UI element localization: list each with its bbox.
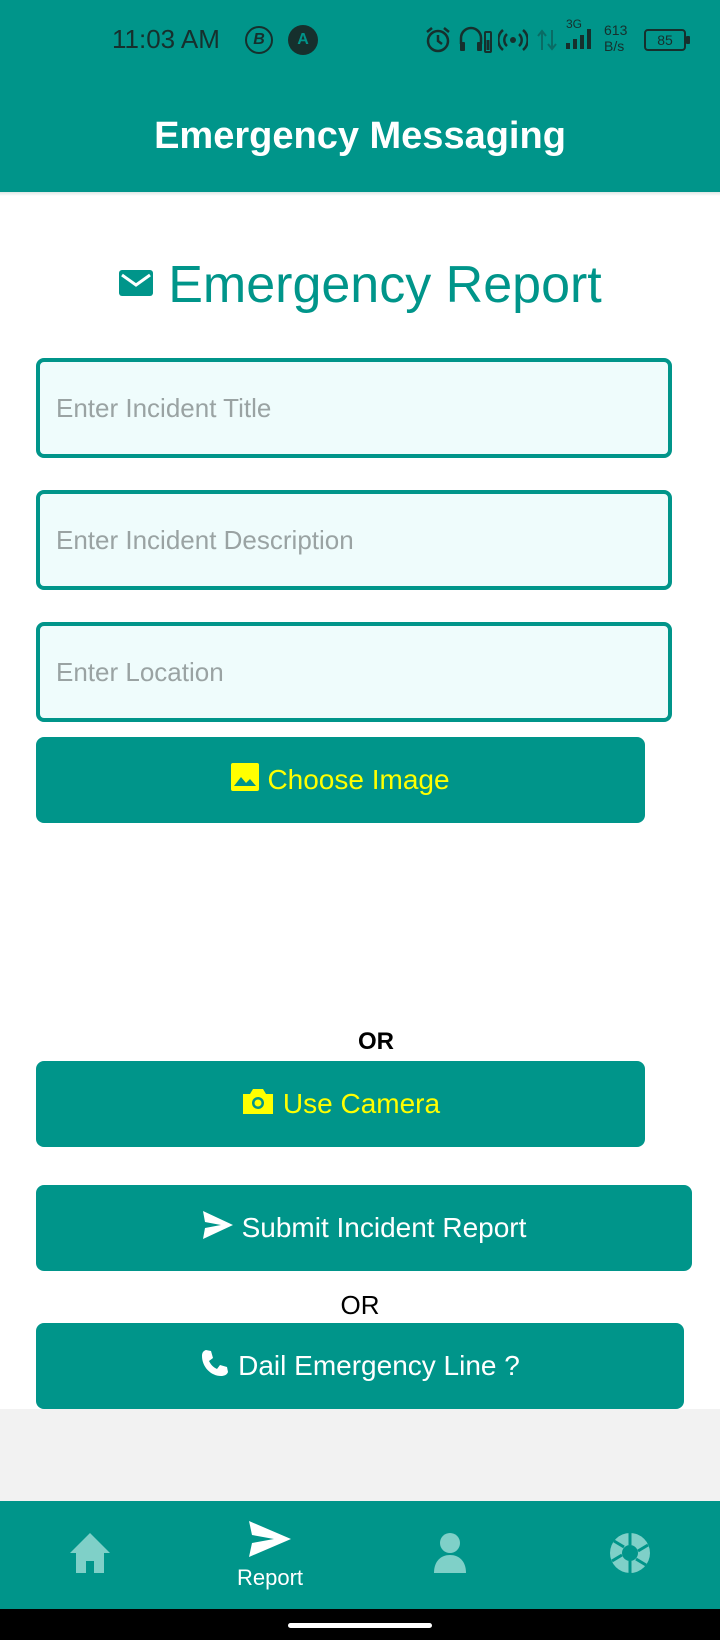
content-background	[0, 1409, 720, 1501]
nav-report-label: Report	[236, 1565, 304, 1590]
a-app-icon: A	[288, 25, 318, 55]
choose-image-label: Choose Image	[267, 764, 450, 795]
network-speed: 613 B/s	[604, 22, 628, 54]
location-field[interactable]	[36, 622, 672, 722]
app-bar-shadow	[0, 192, 720, 196]
person-icon	[430, 1531, 470, 1579]
system-nav-bar	[0, 1609, 720, 1640]
phone-icon	[200, 1348, 230, 1385]
incident-title-input[interactable]	[40, 362, 668, 454]
alarm-icon	[424, 26, 452, 54]
app-bar: Emergency Messaging	[0, 80, 720, 192]
dial-emergency-button[interactable]: Dail Emergency Line ?	[36, 1323, 684, 1409]
b-app-icon: B	[245, 26, 273, 54]
camera-shutter-icon	[608, 1531, 652, 1579]
mail-icon	[118, 268, 154, 302]
use-camera-label: Use Camera	[282, 1088, 441, 1119]
camera-icon	[241, 1086, 275, 1123]
nav-home[interactable]	[0, 1501, 180, 1609]
submit-report-label: Submit Incident Report	[241, 1212, 527, 1243]
submit-report-button[interactable]: Submit Incident Report	[36, 1185, 692, 1271]
incident-description-field[interactable]	[36, 490, 672, 590]
report-heading-text: Emergency Report	[168, 256, 602, 314]
status-time: 11:03 AM	[112, 24, 220, 54]
nav-profile[interactable]	[360, 1501, 540, 1609]
or-divider-bold: OR	[358, 1028, 394, 1055]
headset-battery-icon	[458, 26, 492, 54]
use-camera-button[interactable]: Use Camera	[36, 1061, 645, 1147]
incident-title-field[interactable]	[36, 358, 672, 458]
nav-report[interactable]: Report	[180, 1501, 360, 1609]
home-icon	[68, 1531, 112, 1579]
battery-icon: 85	[644, 29, 690, 51]
hotspot-icon	[498, 26, 528, 54]
app-title: Emergency Messaging	[154, 114, 566, 157]
nav-camera[interactable]	[540, 1501, 720, 1609]
signal-icon: 3G	[562, 17, 598, 49]
send-icon	[247, 1519, 293, 1563]
choose-image-button[interactable]: Choose Image	[36, 737, 645, 823]
bottom-navigation: Report	[0, 1501, 720, 1609]
home-gesture-bar[interactable]	[288, 1623, 432, 1628]
image-icon	[231, 762, 260, 798]
incident-description-input[interactable]	[40, 494, 668, 586]
data-arrows-icon	[536, 26, 558, 54]
or-divider: OR	[340, 1290, 380, 1320]
location-input[interactable]	[40, 626, 668, 718]
report-heading: Emergency Report	[0, 255, 720, 315]
send-icon	[202, 1210, 234, 1247]
battery-level: 85	[657, 32, 673, 48]
dial-emergency-label: Dail Emergency Line ?	[238, 1350, 520, 1381]
status-bar: 11:03 AM B A 3G 613 B/s 85	[0, 0, 720, 80]
